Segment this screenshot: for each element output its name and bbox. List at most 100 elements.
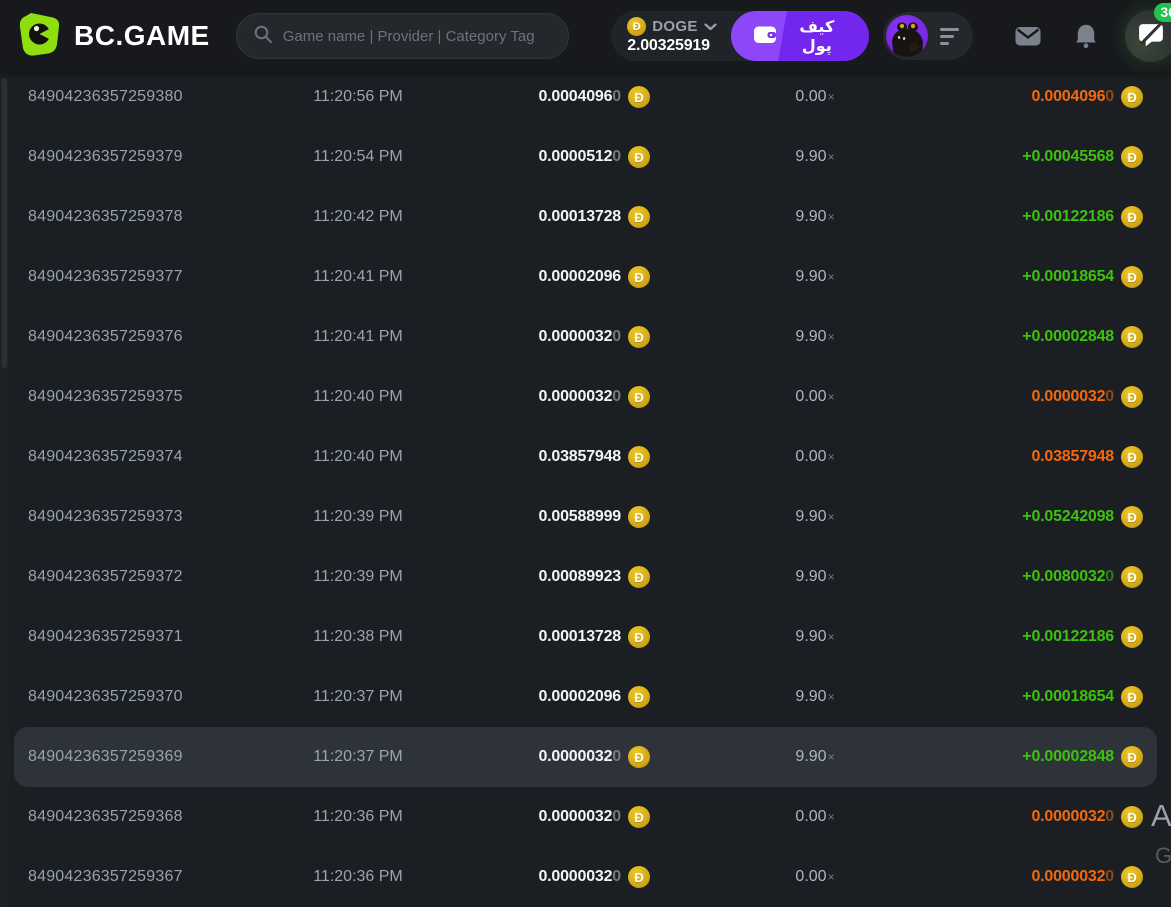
table-row[interactable]: 84904236357259369 11:20:37 PM 0.00000320…	[14, 727, 1157, 787]
chevron-down-icon	[704, 18, 717, 36]
bet-payout: +0.00800320 Ð	[980, 566, 1143, 588]
bet-amount: 0.00013728 Ð	[438, 626, 650, 648]
bet-id: 84904236357259378	[28, 208, 278, 226]
bet-multiplier: 9.90×	[650, 508, 980, 526]
bets-table: 84904236357259380 11:20:56 PM 0.00040960…	[0, 67, 1171, 907]
table-row[interactable]: 84904236357259370 11:20:37 PM 0.00002096…	[14, 667, 1157, 727]
bet-time: 11:20:42 PM	[278, 208, 438, 226]
mail-icon[interactable]	[1013, 23, 1043, 49]
table-row[interactable]: 84904236357259377 11:20:41 PM 0.00002096…	[14, 247, 1157, 307]
wallet-button-label: کیف پول	[787, 17, 847, 55]
bet-multiplier: 0.00×	[650, 448, 980, 466]
doge-coin-icon: Ð	[628, 146, 650, 168]
currency-selector[interactable]: Ð DOGE 2.00325919	[627, 17, 716, 55]
top-navbar: BC.GAME Ð DOGE 2.00325919	[0, 0, 1171, 72]
bet-multiplier: 0.00×	[650, 808, 980, 826]
doge-coin-icon: Ð	[628, 746, 650, 768]
bet-id: 84904236357259380	[28, 88, 278, 106]
bet-amount: 0.00002096 Ð	[438, 686, 650, 708]
profile-menu	[883, 12, 973, 60]
table-row[interactable]: 84904236357259368 11:20:36 PM 0.00000320…	[14, 787, 1157, 847]
doge-coin-icon: Ð	[628, 386, 650, 408]
bet-multiplier: 9.90×	[650, 688, 980, 706]
profile-menu-icon[interactable]	[940, 28, 959, 45]
doge-coin-icon: Ð	[1121, 326, 1143, 348]
bet-id: 84904236357259372	[28, 568, 278, 586]
doge-coin-icon: Ð	[628, 866, 650, 888]
table-row[interactable]: 84904236357259378 11:20:42 PM 0.00013728…	[14, 187, 1157, 247]
wallet-balance: 2.00325919	[627, 37, 710, 55]
bet-amount: 0.00040960 Ð	[438, 86, 650, 108]
bet-id: 84904236357259371	[28, 628, 278, 646]
bet-amount: 0.00588999 Ð	[438, 506, 650, 528]
bet-time: 11:20:38 PM	[278, 628, 438, 646]
bet-payout: 0.00000320 Ð	[980, 866, 1143, 888]
avatar[interactable]	[886, 15, 928, 57]
doge-coin-icon: Ð	[628, 446, 650, 468]
bet-multiplier: 0.00×	[650, 388, 980, 406]
bet-amount: 0.00013728 Ð	[438, 206, 650, 228]
doge-coin-icon: Ð	[1121, 446, 1143, 468]
bet-multiplier: 9.90×	[650, 568, 980, 586]
chat-button[interactable]: 36	[1125, 10, 1171, 62]
bet-payout: +0.00018654 Ð	[980, 266, 1143, 288]
wallet-button[interactable]: کیف پول	[731, 11, 869, 61]
bet-id: 84904236357259369	[28, 748, 278, 766]
bet-id: 84904236357259376	[28, 328, 278, 346]
bet-id: 84904236357259370	[28, 688, 278, 706]
bet-time: 11:20:41 PM	[278, 328, 438, 346]
table-row[interactable]: 84904236357259373 11:20:39 PM 0.00588999…	[14, 487, 1157, 547]
doge-coin-icon: Ð	[628, 206, 650, 228]
search-input[interactable]	[283, 28, 553, 45]
bet-payout: 0.00000320 Ð	[980, 386, 1143, 408]
chat-unread-badge: 36	[1154, 3, 1171, 22]
currency-code: DOGE	[652, 18, 697, 35]
doge-coin-icon: Ð	[628, 86, 650, 108]
doge-coin-icon: Ð	[1121, 746, 1143, 768]
bet-payout: 0.00000320 Ð	[980, 806, 1143, 828]
doge-coin-icon: Ð	[1121, 806, 1143, 828]
table-row[interactable]: 84904236357259376 11:20:41 PM 0.00000320…	[14, 307, 1157, 367]
doge-coin-icon: Ð	[1121, 566, 1143, 588]
bet-time: 11:20:40 PM	[278, 448, 438, 466]
bet-payout: 0.03857948 Ð	[980, 446, 1143, 468]
bet-amount: 0.00000320 Ð	[438, 866, 650, 888]
bet-time: 11:20:39 PM	[278, 568, 438, 586]
bet-amount: 0.00005120 Ð	[438, 146, 650, 168]
bet-payout: +0.00045568 Ð	[980, 146, 1143, 168]
doge-coin-icon: Ð	[628, 626, 650, 648]
table-row[interactable]: 84904236357259379 11:20:54 PM 0.00005120…	[14, 127, 1157, 187]
bet-multiplier: 9.90×	[650, 268, 980, 286]
doge-coin-icon: Ð	[1121, 146, 1143, 168]
clipped-edge-text: G	[1155, 843, 1171, 869]
doge-coin-icon: Ð	[1121, 506, 1143, 528]
doge-coin-icon: Ð	[1121, 866, 1143, 888]
bet-amount: 0.00000320 Ð	[438, 386, 650, 408]
table-row[interactable]: 84904236357259372 11:20:39 PM 0.00089923…	[14, 547, 1157, 607]
table-row[interactable]: 84904236357259367 11:20:36 PM 0.00000320…	[14, 847, 1157, 907]
game-search-bar[interactable]	[236, 13, 570, 59]
bet-time: 11:20:37 PM	[278, 688, 438, 706]
doge-coin-icon: Ð	[628, 506, 650, 528]
bet-time: 11:20:40 PM	[278, 388, 438, 406]
bet-amount: 0.00000320 Ð	[438, 326, 650, 348]
doge-coin-icon: Ð	[628, 566, 650, 588]
table-row[interactable]: 84904236357259371 11:20:38 PM 0.00013728…	[14, 607, 1157, 667]
chat-icon	[1137, 20, 1165, 53]
bet-amount: 0.00089923 Ð	[438, 566, 650, 588]
notifications-bell-icon[interactable]	[1073, 22, 1099, 50]
table-row[interactable]: 84904236357259375 11:20:40 PM 0.00000320…	[14, 367, 1157, 427]
bcgame-logo[interactable]: BC.GAME	[18, 11, 210, 62]
table-row[interactable]: 84904236357259380 11:20:56 PM 0.00040960…	[14, 67, 1157, 127]
bet-id: 84904236357259377	[28, 268, 278, 286]
scrollbar-thumb[interactable]	[2, 78, 7, 368]
scrollbar-track[interactable]	[0, 72, 9, 906]
bcgame-logo-text: BC.GAME	[74, 20, 210, 52]
table-row[interactable]: 84904236357259374 11:20:40 PM 0.03857948…	[14, 427, 1157, 487]
bet-payout: +0.00122186 Ð	[980, 206, 1143, 228]
bet-time: 11:20:54 PM	[278, 148, 438, 166]
doge-coin-icon: Ð	[1121, 626, 1143, 648]
bet-payout: +0.05242098 Ð	[980, 506, 1143, 528]
bet-multiplier: 0.00×	[650, 88, 980, 106]
doge-coin-icon: Ð	[628, 686, 650, 708]
